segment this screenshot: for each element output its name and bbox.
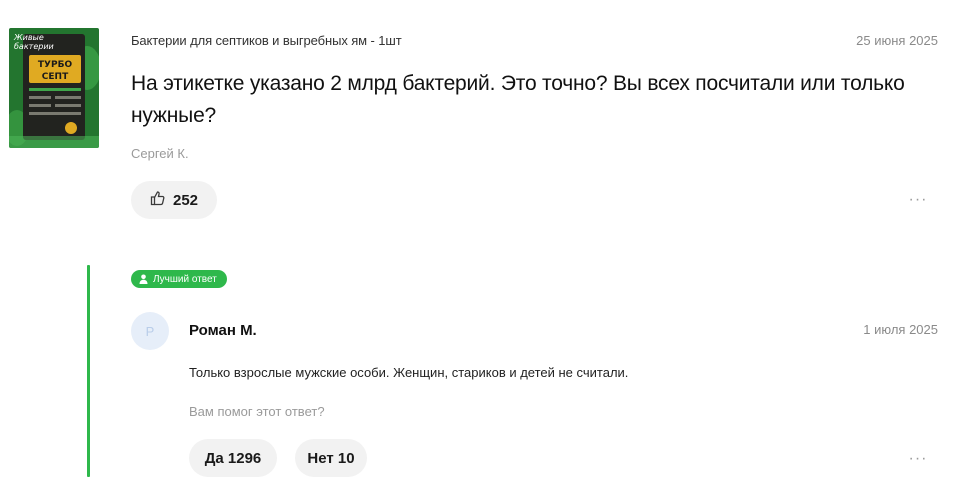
product-image-brand-1: ТУРБО [38,60,73,70]
product-name[interactable]: Бактерии для септиков и выгребных ям - 1… [131,33,402,48]
question-text: На этикетке указано 2 млрд бактерий. Это… [131,72,905,127]
product-thumbnail[interactable]: Живые бактерии ТУРБО СЕПТ [9,28,99,148]
product-package-image: Живые бактерии ТУРБО СЕПТ [9,28,99,148]
question-more-button[interactable]: ··· [900,190,936,210]
answer-text: Только взрослые мужские особи. Женщин, с… [189,365,629,380]
question-date: 25 июня 2025 [856,33,938,48]
helpful-question: Вам помог этот ответ? [189,404,325,419]
best-answer-badge: Лучший ответ [131,270,227,288]
answer-more-button[interactable]: ··· [900,449,936,469]
product-image-text-2: бактерии [14,42,54,51]
best-answer-indicator [87,265,90,477]
best-answer-label: Лучший ответ [153,273,217,285]
thumbs-up-icon [150,190,166,210]
helpful-yes-button[interactable]: Да 1296 [189,439,277,477]
like-count: 252 [172,191,199,209]
product-image-text-1: Живые [13,33,44,42]
answer-date: 1 июля 2025 [863,322,938,337]
helpful-no-button[interactable]: Нет 10 [295,439,367,477]
user-icon [139,274,148,284]
question-author: Сергей К. [131,146,189,161]
answer-author-name[interactable]: Роман М. [189,322,257,339]
like-button[interactable]: 252 [131,181,217,219]
product-image-brand-2: СЕПТ [42,72,69,82]
answer-author-avatar[interactable]: Р [131,312,169,350]
